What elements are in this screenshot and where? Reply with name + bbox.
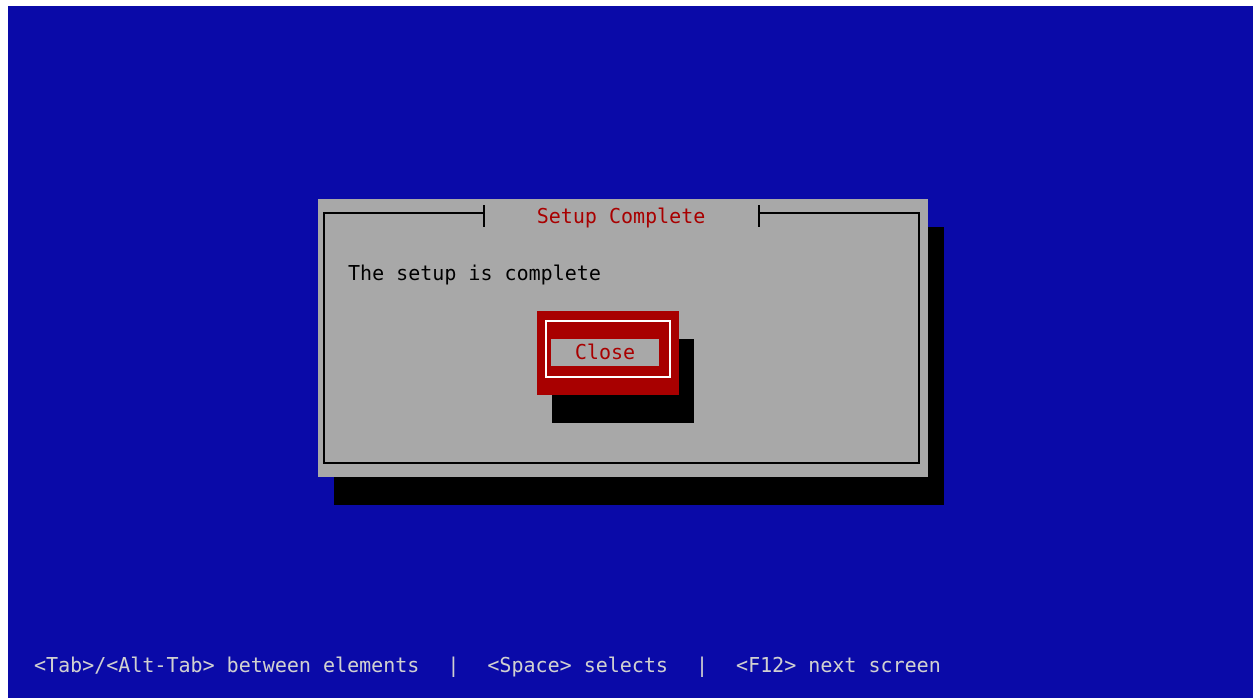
dialog-border-top-right xyxy=(758,212,920,214)
setup-complete-dialog: Setup Complete The setup is complete Clo… xyxy=(318,199,928,477)
close-button[interactable]: Close xyxy=(537,311,679,395)
help-f12-hint: <F12> next screen xyxy=(736,653,941,677)
terminal-screen: Setup Complete The setup is complete Clo… xyxy=(8,6,1253,698)
help-separator: | xyxy=(695,653,709,677)
close-button-label: Close xyxy=(574,340,636,364)
close-button-label-box: Close xyxy=(551,339,659,366)
title-divider-right xyxy=(758,205,760,227)
dialog-border-top-left xyxy=(323,212,483,214)
help-bar: <Tab>/<Alt-Tab> between elements | <Space>… xyxy=(34,653,941,683)
help-space-hint: <Space> selects xyxy=(487,653,668,677)
title-divider-left xyxy=(483,205,485,227)
dialog-title: Setup Complete xyxy=(536,204,706,228)
help-tab-hint: <Tab>/<Alt-Tab> between elements xyxy=(34,653,420,677)
help-separator: | xyxy=(447,653,460,677)
dialog-message: The setup is complete xyxy=(348,261,601,285)
